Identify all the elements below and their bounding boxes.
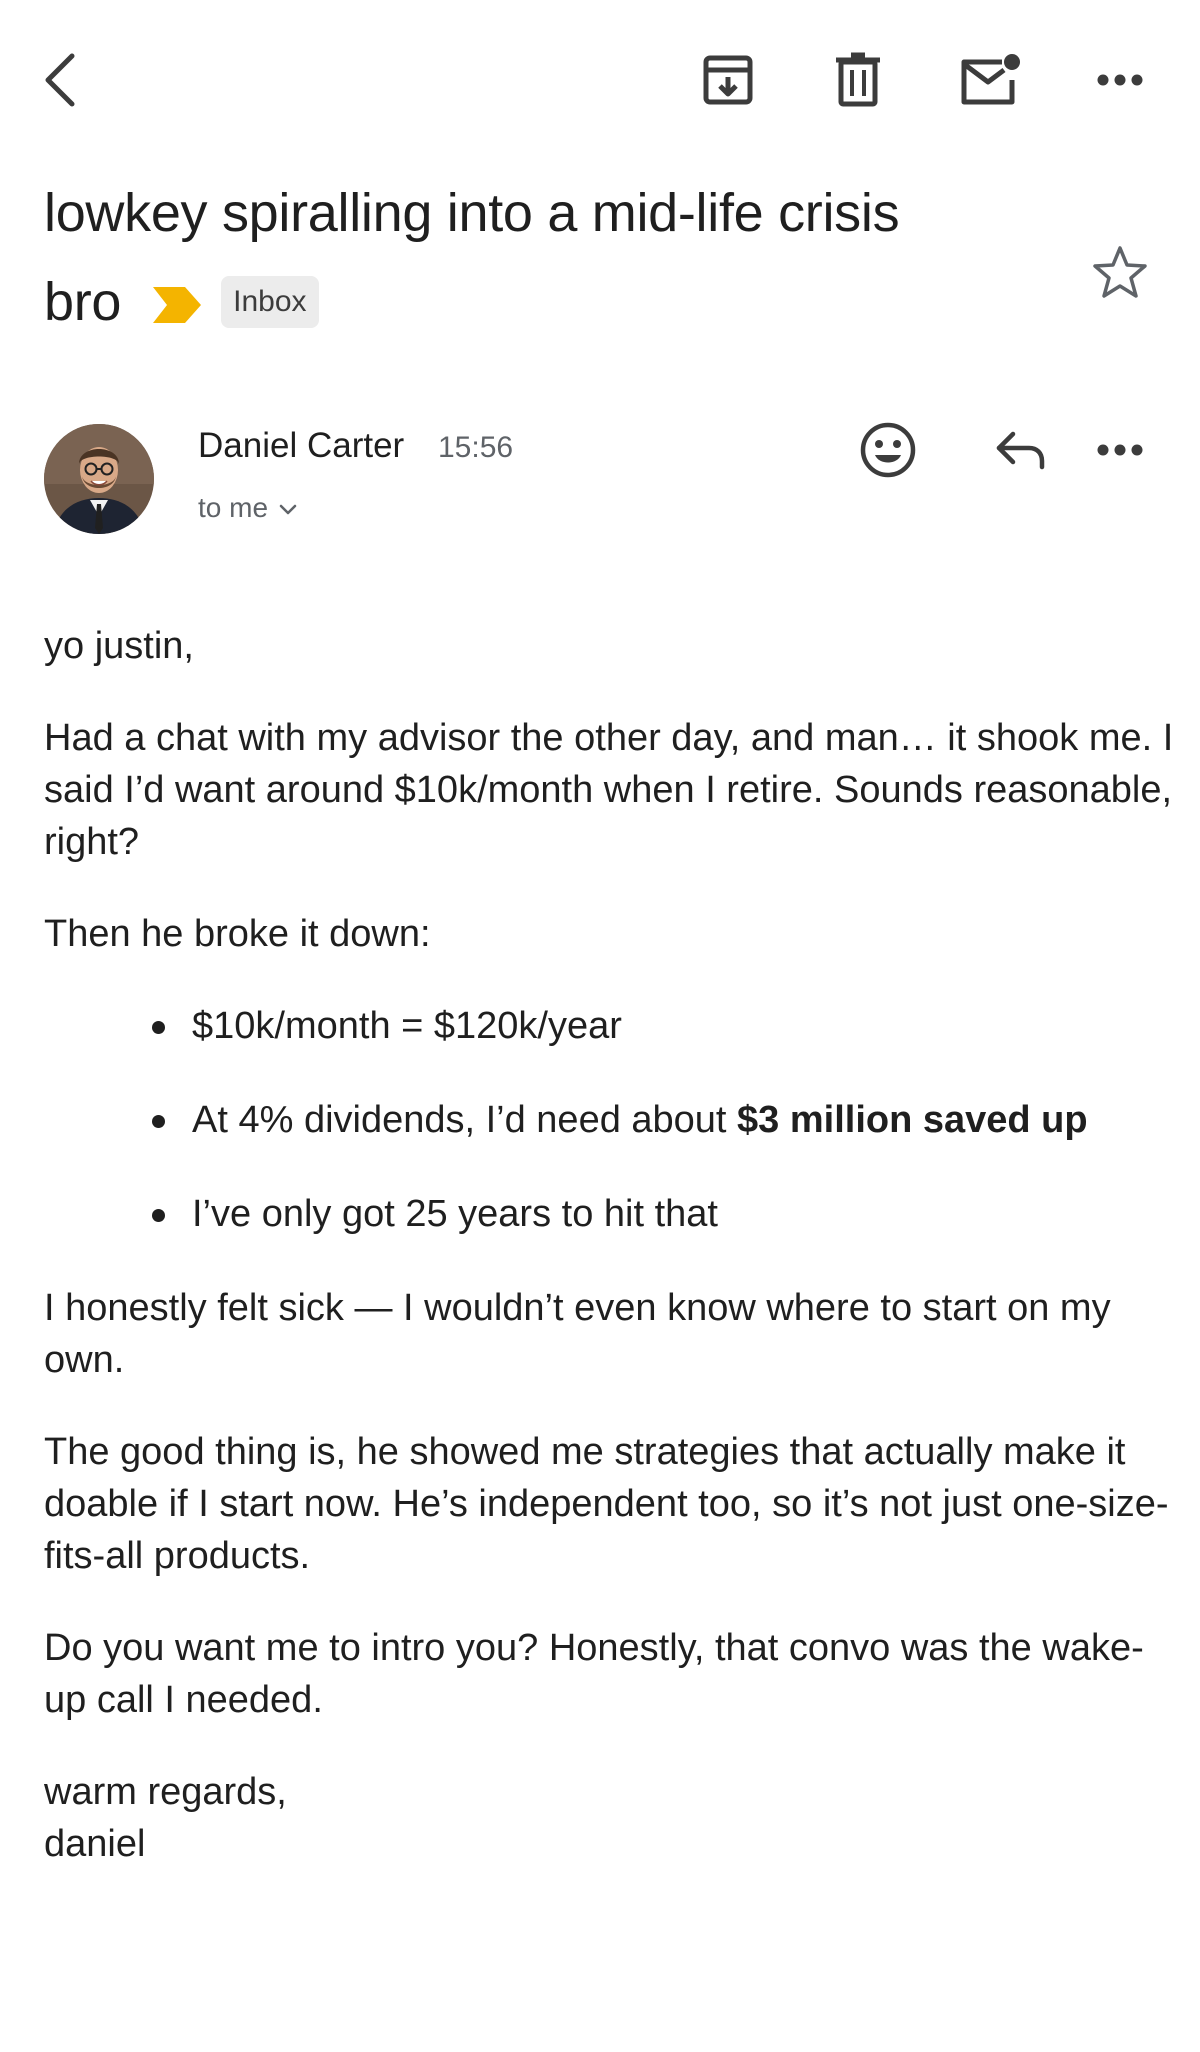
list-item-bold-text: $3 million saved up xyxy=(737,1099,1088,1141)
mark-unread-button[interactable] xyxy=(950,40,1030,120)
back-button[interactable] xyxy=(20,40,100,120)
star-button[interactable] xyxy=(1080,232,1160,312)
recipient-details-toggle[interactable]: to me xyxy=(198,486,298,530)
signature: daniel xyxy=(44,1823,146,1865)
body-paragraph: Had a chat with my advisor the other day… xyxy=(44,717,1174,863)
bullet-list: $10k/month = $120k/year At 4% dividends,… xyxy=(44,1000,1174,1240)
email-subject: lowkey spiralling into a mid-life crisis… xyxy=(44,170,1044,348)
delete-button[interactable] xyxy=(818,40,898,120)
body-paragraph: I honestly felt sick — I wouldn’t even k… xyxy=(44,1287,1111,1381)
subject-line-2: bro xyxy=(44,272,122,332)
importance-marker-icon[interactable] xyxy=(153,262,202,348)
list-item: $10k/month = $120k/year xyxy=(152,1000,1174,1052)
email-body: yo justin, Had a chat with my advisor th… xyxy=(44,620,1174,1870)
signoff-line: warm regards, xyxy=(44,1771,287,1813)
reply-icon xyxy=(993,430,1047,470)
add-reaction-button[interactable] xyxy=(848,410,928,490)
chevron-down-icon xyxy=(278,486,298,530)
recipient-label: to me xyxy=(198,492,269,523)
body-paragraph: Do you want me to intro you? Honestly, t… xyxy=(44,1627,1144,1721)
emoji-icon xyxy=(859,421,917,479)
message-more-button[interactable] xyxy=(1080,410,1160,490)
list-item: I’ve only got 25 years to hit that xyxy=(152,1188,1174,1240)
subject-line-1: lowkey spiralling into a mid-life crisis xyxy=(44,183,900,243)
greeting: yo justin, xyxy=(44,625,194,667)
body-paragraph: Then he broke it down: xyxy=(44,913,431,955)
back-arrow-icon xyxy=(40,50,80,110)
more-icon xyxy=(1096,73,1144,87)
message-time: 15:56 xyxy=(438,431,514,464)
archive-button[interactable] xyxy=(688,40,768,120)
archive-icon xyxy=(700,52,756,108)
star-icon xyxy=(1092,245,1148,299)
list-item-text: At 4% dividends, I’d need about xyxy=(192,1099,738,1141)
inbox-label-badge[interactable]: Inbox xyxy=(221,276,319,328)
list-item: At 4% dividends, I’d need about $3 milli… xyxy=(152,1094,1174,1146)
sender-name[interactable]: Daniel Carter xyxy=(198,422,404,470)
sender-avatar[interactable] xyxy=(44,424,154,534)
more-icon xyxy=(1096,443,1144,457)
delete-icon xyxy=(833,52,883,108)
signoff: warm regards, daniel xyxy=(44,1766,1174,1870)
reply-button[interactable] xyxy=(980,410,1060,490)
mark-unread-icon xyxy=(958,52,1022,108)
more-options-button[interactable] xyxy=(1080,40,1160,120)
body-paragraph: The good thing is, he showed me strategi… xyxy=(44,1431,1169,1577)
